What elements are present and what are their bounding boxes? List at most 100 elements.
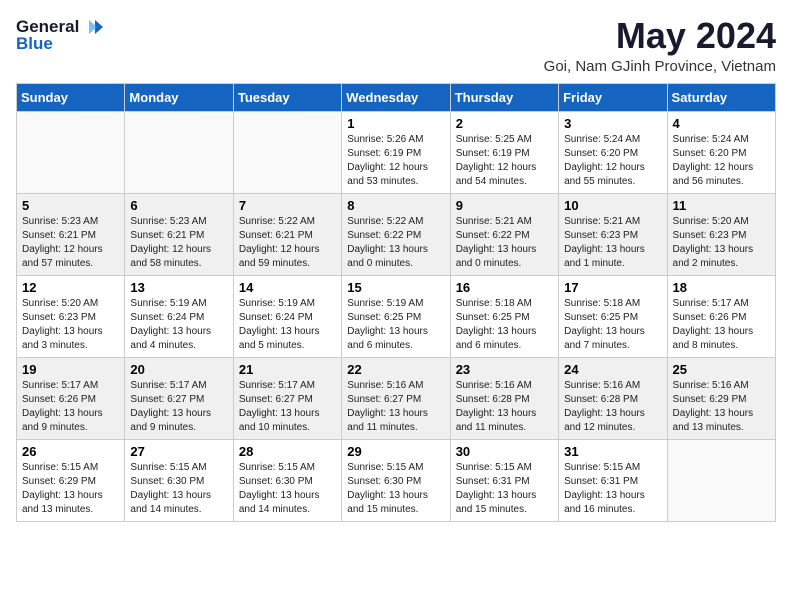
cell-day-number: 30 [456, 444, 553, 459]
cell-day-number: 2 [456, 116, 553, 131]
cell-info-text: Sunrise: 5:16 AM Sunset: 6:28 PM Dayligh… [564, 379, 661, 435]
calendar-cell: 18 Sunrise: 5:17 AM Sunset: 6:26 PM Dayli… [667, 275, 775, 357]
cell-info-text: Sunrise: 5:16 AM Sunset: 6:29 PM Dayligh… [673, 379, 770, 435]
calendar-cell: 14 Sunrise: 5:19 AM Sunset: 6:24 PM Dayli… [233, 275, 341, 357]
calendar-cell: 25 Sunrise: 5:16 AM Sunset: 6:29 PM Dayli… [667, 357, 775, 439]
cell-day-number: 3 [564, 116, 661, 131]
calendar-cell: 8 Sunrise: 5:22 AM Sunset: 6:22 PM Daylig… [342, 193, 450, 275]
cell-day-number: 4 [673, 116, 770, 131]
weekday-header-monday: Monday [125, 83, 233, 111]
cell-day-number: 15 [347, 280, 444, 295]
cell-day-number: 18 [673, 280, 770, 295]
calendar-cell: 16Sunrise: 5:18 AM Sunset: 6:25 PM Dayli… [450, 275, 558, 357]
cell-info-text: Sunrise: 5:24 AM Sunset: 6:20 PM Dayligh… [673, 133, 770, 189]
cell-info-text: Sunrise: 5:21 AM Sunset: 6:23 PM Dayligh… [564, 215, 661, 271]
weekday-header-sunday: Sunday [17, 83, 125, 111]
cell-day-number: 11 [673, 198, 770, 213]
cell-info-text: Sunrise: 5:19 AM Sunset: 6:25 PM Dayligh… [347, 297, 444, 353]
cell-day-number: 25 [673, 362, 770, 377]
calendar-cell [17, 111, 125, 193]
calendar-cell: 6 Sunrise: 5:23 AM Sunset: 6:21 PM Daylig… [125, 193, 233, 275]
cell-info-text: Sunrise: 5:23 AM Sunset: 6:21 PM Dayligh… [22, 215, 119, 271]
cell-info-text: Sunrise: 5:22 AM Sunset: 6:21 PM Dayligh… [239, 215, 336, 271]
cell-info-text: Sunrise: 5:17 AM Sunset: 6:26 PM Dayligh… [673, 297, 770, 353]
cell-day-number: 9 [456, 198, 553, 213]
weekday-header-wednesday: Wednesday [342, 83, 450, 111]
calendar-cell: 13Sunrise: 5:19 AM Sunset: 6:24 PM Dayli… [125, 275, 233, 357]
calendar-table: SundayMondayTuesdayWednesdayThursdayFrid… [16, 83, 776, 522]
cell-info-text: Sunrise: 5:19 AM Sunset: 6:24 PM Dayligh… [239, 297, 336, 353]
cell-day-number: 16 [456, 280, 553, 295]
cell-info-text: Sunrise: 5:25 AM Sunset: 6:19 PM Dayligh… [456, 133, 553, 189]
calendar-cell: 28 Sunrise: 5:15 AM Sunset: 6:30 PM Dayli… [233, 439, 341, 521]
calendar-cell: 5 Sunrise: 5:23 AM Sunset: 6:21 PM Daylig… [17, 193, 125, 275]
weekday-header-saturday: Saturday [667, 83, 775, 111]
calendar-cell: 20 Sunrise: 5:17 AM Sunset: 6:27 PM Dayli… [125, 357, 233, 439]
calendar-week-row: 26Sunrise: 5:15 AM Sunset: 6:29 PM Dayli… [17, 439, 776, 521]
calendar-cell: 19 Sunrise: 5:17 AM Sunset: 6:26 PM Dayli… [17, 357, 125, 439]
location-title: Goi, Nam GJinh Province, Vietnam [544, 58, 776, 75]
calendar-cell: 24Sunrise: 5:16 AM Sunset: 6:28 PM Dayli… [559, 357, 667, 439]
calendar-cell: 10 Sunrise: 5:21 AM Sunset: 6:23 PM Dayli… [559, 193, 667, 275]
calendar-cell: 2 Sunrise: 5:25 AM Sunset: 6:19 PM Daylig… [450, 111, 558, 193]
calendar-week-row: 1 Sunrise: 5:26 AM Sunset: 6:19 PM Daylig… [17, 111, 776, 193]
calendar-cell: 31 Sunrise: 5:15 AM Sunset: 6:31 PM Dayli… [559, 439, 667, 521]
cell-info-text: Sunrise: 5:15 AM Sunset: 6:31 PM Dayligh… [564, 461, 661, 517]
cell-info-text: Sunrise: 5:15 AM Sunset: 6:31 PM Dayligh… [456, 461, 553, 517]
cell-day-number: 21 [239, 362, 336, 377]
cell-day-number: 14 [239, 280, 336, 295]
cell-info-text: Sunrise: 5:17 AM Sunset: 6:27 PM Dayligh… [130, 379, 227, 435]
cell-day-number: 27 [130, 444, 227, 459]
cell-info-text: Sunrise: 5:18 AM Sunset: 6:25 PM Dayligh… [564, 297, 661, 353]
calendar-week-row: 5 Sunrise: 5:23 AM Sunset: 6:21 PM Daylig… [17, 193, 776, 275]
cell-day-number: 6 [130, 198, 227, 213]
cell-day-number: 22 [347, 362, 444, 377]
cell-day-number: 31 [564, 444, 661, 459]
calendar-cell: 30 Sunrise: 5:15 AM Sunset: 6:31 PM Dayli… [450, 439, 558, 521]
cell-info-text: Sunrise: 5:26 AM Sunset: 6:19 PM Dayligh… [347, 133, 444, 189]
cell-info-text: Sunrise: 5:15 AM Sunset: 6:30 PM Dayligh… [239, 461, 336, 517]
calendar-week-row: 19 Sunrise: 5:17 AM Sunset: 6:26 PM Dayli… [17, 357, 776, 439]
weekday-header-friday: Friday [559, 83, 667, 111]
cell-day-number: 5 [22, 198, 119, 213]
cell-info-text: Sunrise: 5:15 AM Sunset: 6:30 PM Dayligh… [130, 461, 227, 517]
calendar-cell: 17 Sunrise: 5:18 AM Sunset: 6:25 PM Dayli… [559, 275, 667, 357]
logo: General Blue [16, 16, 103, 54]
cell-day-number: 29 [347, 444, 444, 459]
weekday-header-row: SundayMondayTuesdayWednesdayThursdayFrid… [17, 83, 776, 111]
cell-info-text: Sunrise: 5:24 AM Sunset: 6:20 PM Dayligh… [564, 133, 661, 189]
cell-info-text: Sunrise: 5:15 AM Sunset: 6:30 PM Dayligh… [347, 461, 444, 517]
calendar-cell: 15 Sunrise: 5:19 AM Sunset: 6:25 PM Dayli… [342, 275, 450, 357]
cell-day-number: 20 [130, 362, 227, 377]
cell-info-text: Sunrise: 5:20 AM Sunset: 6:23 PM Dayligh… [673, 215, 770, 271]
month-title: May 2024 [544, 16, 776, 56]
calendar-cell: 1 Sunrise: 5:26 AM Sunset: 6:19 PM Daylig… [342, 111, 450, 193]
cell-day-number: 28 [239, 444, 336, 459]
calendar-week-row: 12Sunrise: 5:20 AM Sunset: 6:23 PM Dayli… [17, 275, 776, 357]
weekday-header-tuesday: Tuesday [233, 83, 341, 111]
cell-day-number: 17 [564, 280, 661, 295]
cell-day-number: 1 [347, 116, 444, 131]
calendar-cell [125, 111, 233, 193]
logo-blue-text: Blue [16, 34, 53, 54]
cell-day-number: 10 [564, 198, 661, 213]
cell-info-text: Sunrise: 5:23 AM Sunset: 6:21 PM Dayligh… [130, 215, 227, 271]
cell-day-number: 8 [347, 198, 444, 213]
logo-icon [81, 16, 103, 38]
cell-day-number: 19 [22, 362, 119, 377]
calendar-cell: 26Sunrise: 5:15 AM Sunset: 6:29 PM Dayli… [17, 439, 125, 521]
cell-day-number: 23 [456, 362, 553, 377]
calendar-cell: 4 Sunrise: 5:24 AM Sunset: 6:20 PM Daylig… [667, 111, 775, 193]
cell-info-text: Sunrise: 5:15 AM Sunset: 6:29 PM Dayligh… [22, 461, 119, 517]
cell-info-text: Sunrise: 5:20 AM Sunset: 6:23 PM Dayligh… [22, 297, 119, 353]
calendar-cell: 22 Sunrise: 5:16 AM Sunset: 6:27 PM Dayli… [342, 357, 450, 439]
cell-info-text: Sunrise: 5:21 AM Sunset: 6:22 PM Dayligh… [456, 215, 553, 271]
cell-info-text: Sunrise: 5:22 AM Sunset: 6:22 PM Dayligh… [347, 215, 444, 271]
cell-info-text: Sunrise: 5:16 AM Sunset: 6:27 PM Dayligh… [347, 379, 444, 435]
cell-info-text: Sunrise: 5:17 AM Sunset: 6:26 PM Dayligh… [22, 379, 119, 435]
calendar-cell: 11 Sunrise: 5:20 AM Sunset: 6:23 PM Dayli… [667, 193, 775, 275]
calendar-cell: 27 Sunrise: 5:15 AM Sunset: 6:30 PM Dayli… [125, 439, 233, 521]
calendar-cell: 23 Sunrise: 5:16 AM Sunset: 6:28 PM Dayli… [450, 357, 558, 439]
cell-info-text: Sunrise: 5:16 AM Sunset: 6:28 PM Dayligh… [456, 379, 553, 435]
weekday-header-thursday: Thursday [450, 83, 558, 111]
